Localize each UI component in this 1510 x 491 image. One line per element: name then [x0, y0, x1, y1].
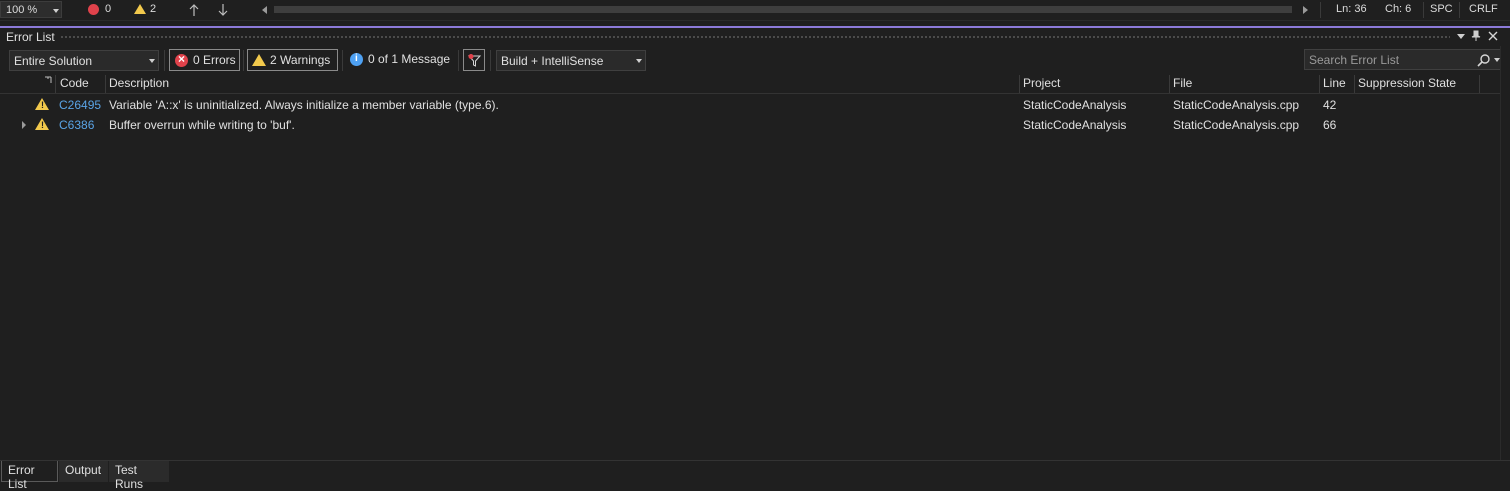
column-header-code[interactable]: Code — [60, 76, 89, 93]
column-indicator[interactable]: Ch: 6 — [1385, 3, 1411, 15]
error-description: Buffer overrun while writing to 'buf'. — [109, 118, 295, 132]
column-header-line[interactable]: Line — [1323, 76, 1346, 93]
toolbar-separator — [490, 50, 491, 71]
panel-drag-grip[interactable] — [60, 35, 1450, 39]
errors-filter-toggle[interactable]: 0 Errors — [169, 49, 240, 71]
error-line: 66 — [1323, 118, 1337, 132]
tab-label: Test Runs — [115, 463, 144, 491]
arrow-up-icon[interactable] — [188, 3, 200, 17]
error-count: 0 — [105, 3, 112, 15]
status-separator — [1423, 2, 1424, 18]
zoom-dropdown[interactable]: 100 % — [0, 1, 62, 18]
vertical-scrollbar-track[interactable] — [1500, 46, 1510, 460]
panel-title: Error List — [6, 30, 55, 44]
horizontal-scrollbar-thumb[interactable] — [274, 6, 1292, 13]
scroll-left-icon[interactable] — [262, 6, 267, 14]
status-separator — [1320, 2, 1321, 18]
warning-count: 2 — [150, 3, 157, 15]
toolbar-separator — [243, 50, 244, 71]
warning-icon — [134, 4, 146, 14]
status-separator — [1459, 2, 1460, 18]
warnings-filter-toggle[interactable]: 2 Warnings — [247, 49, 338, 71]
info-icon — [350, 53, 363, 66]
column-separator — [1354, 75, 1355, 94]
error-icon — [175, 52, 188, 67]
error-file: StaticCodeAnalysis.cpp — [1173, 118, 1300, 132]
active-panel-accent — [0, 26, 1510, 28]
chevron-down-icon — [53, 9, 59, 13]
column-separator — [55, 75, 56, 94]
line-ending-indicator[interactable]: CRLF — [1469, 3, 1498, 15]
errors-filter-label: 0 Errors — [193, 53, 236, 67]
error-description: Variable 'A::x' is uninitialized. Always… — [109, 98, 499, 112]
line-number-indicator[interactable]: Ln: 36 — [1336, 3, 1367, 15]
tab-label: Error List — [8, 463, 35, 491]
filter-icon — [467, 54, 482, 67]
pin-icon[interactable] — [1471, 30, 1481, 42]
column-separator — [105, 75, 106, 94]
scroll-right-icon[interactable] — [1303, 6, 1308, 14]
expand-icon[interactable] — [22, 121, 26, 129]
column-header-file[interactable]: File — [1173, 76, 1192, 93]
build-source-dropdown[interactable]: Build + IntelliSense — [496, 50, 646, 71]
tab-label: Output — [65, 463, 102, 477]
filter-toggle-button[interactable] — [463, 49, 485, 71]
error-line: 42 — [1323, 98, 1337, 112]
arrow-down-icon[interactable] — [217, 3, 229, 17]
error-icon — [88, 4, 99, 15]
column-chooser-icon[interactable] — [44, 76, 52, 84]
tab-test-runs[interactable]: Test Runs — [109, 461, 169, 491]
search-input[interactable] — [1307, 51, 1473, 69]
bottom-tabs-divider — [0, 460, 1510, 461]
warning-count-indicator[interactable] — [134, 4, 148, 16]
toolbar-separator — [342, 50, 343, 71]
warning-icon — [252, 54, 266, 66]
chevron-down-icon — [149, 59, 155, 63]
scope-value: Entire Solution — [14, 54, 93, 68]
messages-filter-label: 0 of 1 Message — [368, 52, 451, 66]
header-divider — [0, 93, 1500, 94]
toolbar-separator — [164, 50, 165, 71]
build-source-value: Build + IntelliSense — [501, 54, 604, 68]
table-row[interactable]: ! C26495 Variable 'A::x' is uninitialize… — [0, 95, 1500, 115]
column-separator — [1169, 75, 1170, 94]
search-box[interactable] — [1304, 49, 1502, 70]
warning-mark: ! — [41, 120, 44, 130]
error-project: StaticCodeAnalysis — [1023, 98, 1127, 112]
window-position-chevron-down-icon[interactable] — [1457, 34, 1465, 39]
column-header-suppression-state[interactable]: Suppression State — [1358, 76, 1456, 93]
column-separator — [1319, 75, 1320, 94]
close-icon[interactable] — [1488, 31, 1498, 41]
error-code-link[interactable]: C6386 — [59, 118, 94, 132]
column-header-description[interactable]: Description — [109, 76, 169, 93]
tab-output[interactable]: Output — [59, 461, 108, 482]
indent-indicator[interactable]: SPC — [1430, 3, 1453, 15]
error-file: StaticCodeAnalysis.cpp — [1173, 98, 1300, 112]
table-row[interactable]: ! C6386 Buffer overrun while writing to … — [0, 115, 1500, 135]
chevron-down-icon — [636, 59, 642, 63]
column-separator — [1479, 75, 1480, 94]
warning-mark: ! — [41, 100, 44, 110]
zoom-value: 100 % — [6, 4, 38, 16]
warnings-filter-label: 2 Warnings — [270, 53, 331, 67]
column-separator — [1019, 75, 1020, 94]
column-header-project[interactable]: Project — [1023, 76, 1060, 93]
toolbar-separator — [458, 50, 459, 71]
scope-dropdown[interactable]: Entire Solution — [9, 50, 159, 71]
search-icon[interactable] — [1477, 53, 1491, 67]
error-project: StaticCodeAnalysis — [1023, 118, 1127, 132]
tab-error-list[interactable]: Error List — [1, 461, 58, 491]
error-code-link[interactable]: C26495 — [59, 98, 101, 112]
messages-filter-toggle[interactable]: 0 of 1 Message — [347, 49, 453, 71]
error-count-indicator[interactable] — [88, 4, 100, 16]
